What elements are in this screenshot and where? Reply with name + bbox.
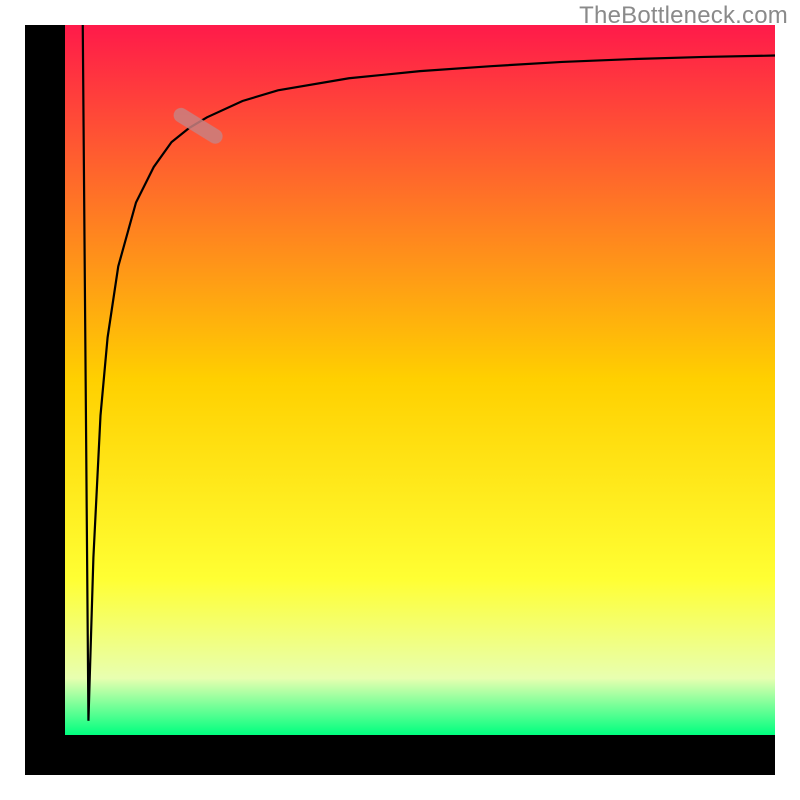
plot-frame — [25, 25, 775, 775]
bottleneck-curve — [65, 25, 775, 735]
chart-stage: TheBottleneck.com — [0, 0, 800, 800]
curve-path — [83, 25, 775, 721]
plot-area — [65, 25, 775, 735]
